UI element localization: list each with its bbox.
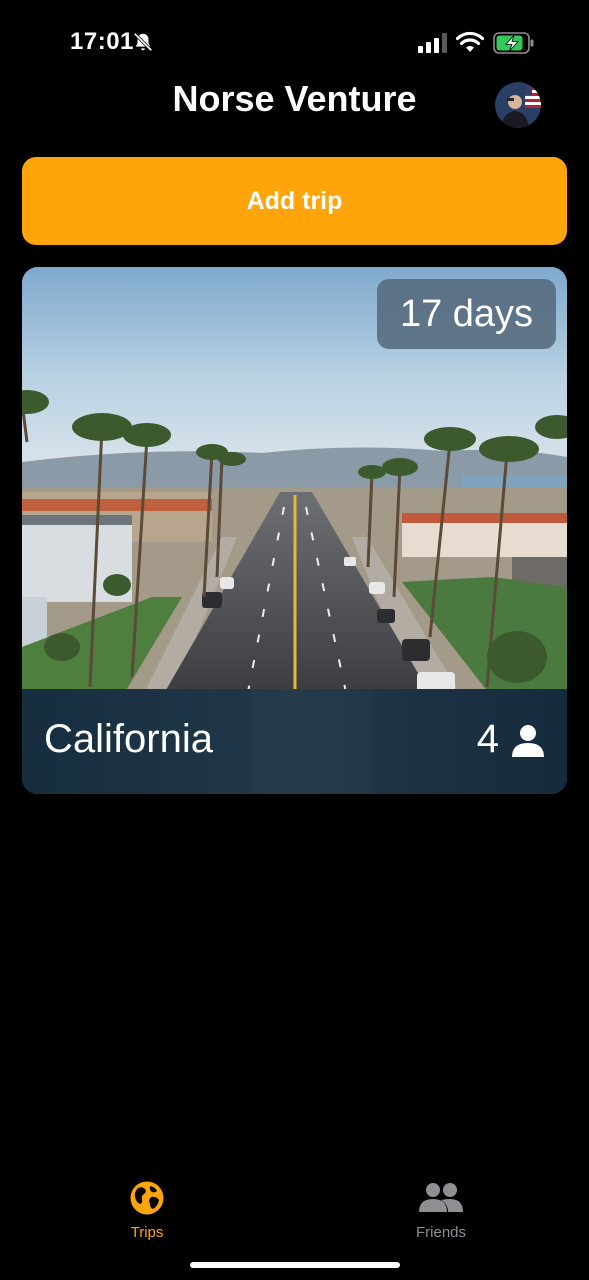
avatar[interactable] xyxy=(495,82,541,128)
trip-member-count: 4 xyxy=(476,717,499,761)
trip-name: California xyxy=(44,717,213,761)
wifi-icon xyxy=(456,31,484,52)
add-trip-button[interactable]: Add trip xyxy=(22,157,567,245)
signal-icon xyxy=(418,33,447,53)
bell-slash-icon xyxy=(133,32,153,52)
people-icon xyxy=(419,1183,463,1212)
tab-friends-label: Friends xyxy=(415,1224,467,1241)
trip-duration-badge: 17 days xyxy=(377,279,556,349)
status-bar: 17:01 xyxy=(0,0,589,88)
trip-card[interactable]: 17 days California 4 xyxy=(22,267,567,794)
battery-charging-icon xyxy=(493,32,534,54)
tab-trips[interactable]: Trips xyxy=(87,1180,207,1241)
globe-icon xyxy=(130,1181,164,1215)
tab-friends[interactable]: Friends xyxy=(381,1180,501,1241)
screen: 17:01 Norse Venture Add trip 17 days Cal… xyxy=(0,0,589,1280)
person-icon xyxy=(512,725,544,757)
user-avatar-icon xyxy=(495,82,541,128)
home-indicator[interactable] xyxy=(190,1262,400,1268)
status-time: 17:01 xyxy=(70,28,134,55)
trip-card-footer: California 4 xyxy=(22,689,567,794)
tab-trips-label: Trips xyxy=(130,1224,164,1241)
